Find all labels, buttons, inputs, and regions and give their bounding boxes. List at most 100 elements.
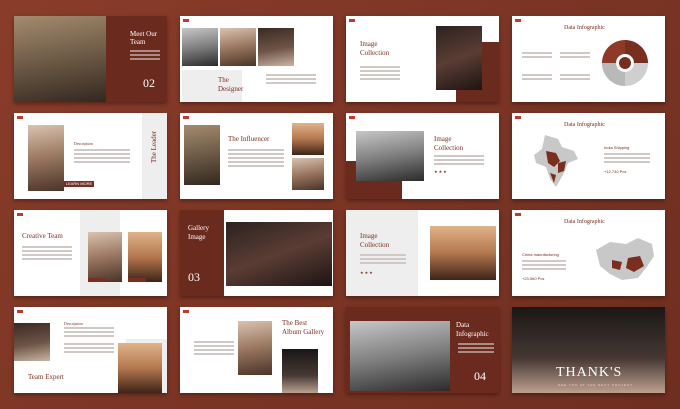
brand-logo-icon <box>183 116 189 119</box>
slide-body-text <box>604 153 650 165</box>
member-name-tag <box>128 278 146 282</box>
slide-photo <box>238 321 272 375</box>
slide-title: Image Collection <box>360 40 390 57</box>
map-value: +23.560 Pcs <box>522 276 545 281</box>
slide-body-text <box>360 66 400 82</box>
brand-logo-icon <box>515 19 521 22</box>
slide-photo <box>430 226 496 280</box>
brand-logo-icon <box>515 116 521 119</box>
slide-title: Gallery Image <box>188 224 209 241</box>
slide-title: Data Infographic <box>456 321 489 338</box>
slide-best-album-gallery[interactable]: The Best Album Gallery <box>180 307 333 393</box>
slide-photo <box>436 26 482 90</box>
slide-title: Data Infographic <box>564 219 605 225</box>
slide-subtitle: SEE YOU AT THE NEXT PROJECT <box>558 383 633 387</box>
slide-title: Image Collection <box>360 232 390 249</box>
slide-photo <box>292 123 324 155</box>
slide-title: Image Collection <box>434 135 464 152</box>
map-label: China manufacturing <box>522 252 559 257</box>
slide-number: 02 <box>143 76 155 90</box>
slide-title: Data Infographic <box>564 122 605 128</box>
rating-stars: ★★★ <box>434 169 448 174</box>
slide-title: Meet Our Team <box>130 30 158 46</box>
slide-title: The Best Album Gallery <box>282 319 325 336</box>
slide-the-leader[interactable]: Description LEARN MORE The Leader <box>14 113 167 199</box>
slide-photo <box>14 323 50 361</box>
slide-legend-text <box>522 52 552 60</box>
member-name-tag <box>88 278 106 282</box>
slide-body-text <box>266 74 316 86</box>
slide-subhead: Description <box>74 141 93 146</box>
slide-legend-text <box>522 74 552 82</box>
india-map-icon <box>534 135 578 187</box>
slide-title: The Designer <box>218 76 244 93</box>
slide-legend-text <box>560 52 590 60</box>
slide-photo <box>184 125 220 185</box>
slide-photo <box>258 28 294 66</box>
slide-the-designer[interactable]: The Designer <box>180 16 333 102</box>
slide-title: THANK'S <box>556 365 623 380</box>
rating-stars: ★★★ <box>360 270 374 275</box>
slide-the-influencer[interactable]: The Influencer <box>180 113 333 199</box>
slide-image-collection-1[interactable]: Image Collection <box>346 16 499 102</box>
slide-title: Data Infographic <box>564 25 605 31</box>
brand-logo-icon <box>17 213 23 216</box>
slide-body-text <box>64 327 114 339</box>
slide-number: 03 <box>188 270 200 284</box>
slide-body-text <box>22 246 72 262</box>
learn-more-button[interactable]: LEARN MORE <box>64 181 94 187</box>
slide-body-text <box>130 50 160 62</box>
slide-photo <box>14 16 106 102</box>
pie-chart-icon <box>602 40 648 86</box>
slide-photo <box>182 28 218 66</box>
slide-photo <box>88 232 122 282</box>
slide-photo <box>292 158 324 190</box>
slide-title: The Influencer <box>228 135 270 143</box>
slide-body-text <box>228 149 284 169</box>
slide-photo <box>282 349 318 393</box>
slide-body-text <box>434 155 484 167</box>
slide-photo <box>128 232 162 282</box>
slide-photo <box>118 343 162 393</box>
slide-meet-our-team[interactable]: Meet Our Team 02 <box>14 16 167 102</box>
slide-data-infographic-1[interactable]: Data Infographic <box>512 16 665 102</box>
slide-photo <box>220 28 256 66</box>
slide-panel <box>180 210 224 296</box>
slide-image-collection-2[interactable]: Image Collection ★★★ <box>346 113 499 199</box>
map-value: +12.740 Pcs <box>604 169 627 174</box>
slide-image-collection-3[interactable]: Image Collection ★★★ <box>346 210 499 296</box>
slide-title: The Leader <box>150 130 158 163</box>
slide-body-text <box>522 260 566 272</box>
slide-body-text <box>64 343 114 355</box>
slide-photo <box>356 131 424 181</box>
slide-photo <box>350 321 450 391</box>
slide-data-infographic-3[interactable]: Data Infographic China manufacturing +23… <box>512 210 665 296</box>
slide-creative-team[interactable]: Creative Team <box>14 210 167 296</box>
slide-data-infographic-4[interactable]: Data Infographic 04 <box>346 307 499 393</box>
brand-logo-icon <box>349 19 355 22</box>
slide-body-text <box>194 341 234 357</box>
brand-logo-icon <box>515 213 521 216</box>
slide-body-text <box>360 254 406 266</box>
brand-logo-icon <box>17 310 23 313</box>
china-map-icon <box>596 238 654 280</box>
slide-photo <box>226 222 332 286</box>
brand-logo-icon <box>183 310 189 313</box>
slide-thanks[interactable]: THANK'S SEE YOU AT THE NEXT PROJECT <box>512 307 665 393</box>
map-label: India Shipping <box>604 145 630 150</box>
slide-body-text <box>458 343 494 355</box>
slide-legend-text <box>560 74 590 82</box>
slide-subhead: Description <box>64 321 83 326</box>
slide-title: Creative Team <box>22 232 63 240</box>
slide-gallery-image[interactable]: Gallery Image 03 <box>180 210 333 296</box>
slide-number: 04 <box>474 369 486 383</box>
brand-logo-icon <box>349 116 355 119</box>
brand-logo-icon <box>183 19 189 22</box>
slide-title: Team Expert <box>28 373 64 381</box>
slide-photo <box>28 125 64 191</box>
slide-team-expert[interactable]: Description Team Expert <box>14 307 167 393</box>
slide-data-infographic-2[interactable]: Data Infographic India Shipping +12.740 … <box>512 113 665 199</box>
slide-panel <box>346 210 418 296</box>
brand-logo-icon <box>17 116 23 119</box>
slide-body-text <box>74 149 130 165</box>
